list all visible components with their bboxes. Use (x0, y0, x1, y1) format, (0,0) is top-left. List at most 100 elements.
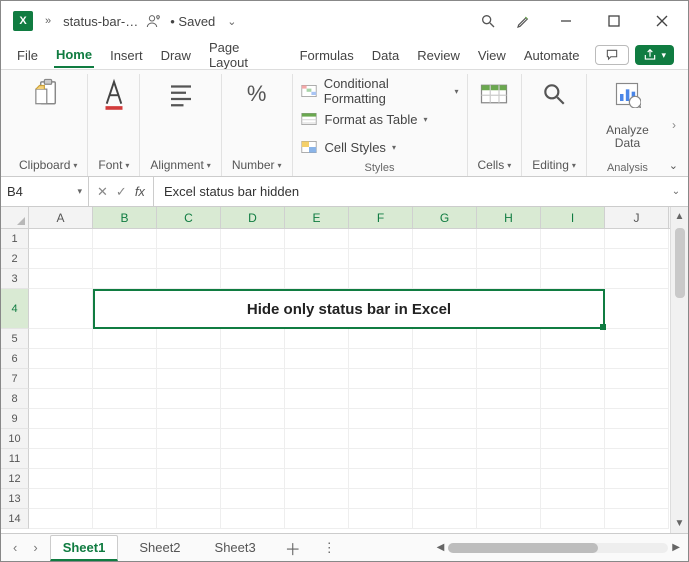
cell[interactable] (285, 269, 349, 289)
cell[interactable] (221, 389, 285, 409)
cell[interactable] (541, 469, 605, 489)
ribbon-group-clipboard[interactable]: Clipboard▾ (9, 74, 88, 176)
formula-bar-expand-icon[interactable]: ⌄ (664, 177, 688, 206)
cell[interactable] (541, 509, 605, 529)
cell-styles-button[interactable]: Cell Styles ▾ (301, 137, 396, 157)
row-header[interactable]: 2 (1, 249, 29, 269)
cell[interactable] (285, 509, 349, 529)
cell[interactable] (221, 469, 285, 489)
col-header-G[interactable]: G (413, 207, 477, 228)
cell[interactable] (605, 429, 669, 449)
cell[interactable] (29, 369, 93, 389)
cell[interactable] (349, 409, 413, 429)
cell[interactable] (157, 489, 221, 509)
cell[interactable] (29, 269, 93, 289)
sheet-tab[interactable]: Sheet1 (50, 535, 119, 561)
cell[interactable] (413, 369, 477, 389)
scroll-down-icon[interactable]: ▼ (675, 514, 685, 533)
cell[interactable] (541, 489, 605, 509)
minimize-button[interactable] (546, 6, 586, 36)
row-header[interactable]: 7 (1, 369, 29, 389)
cell[interactable] (605, 469, 669, 489)
cell[interactable] (413, 489, 477, 509)
name-box[interactable]: B4 ▾ (1, 177, 89, 206)
cell[interactable] (157, 249, 221, 269)
cell[interactable] (93, 369, 157, 389)
cell[interactable] (221, 409, 285, 429)
cell[interactable] (477, 229, 541, 249)
scroll-right-icon[interactable]: ▶ (672, 542, 680, 553)
cell[interactable] (477, 429, 541, 449)
cell[interactable] (605, 349, 669, 369)
tab-automate[interactable]: Automate (522, 44, 582, 67)
cell[interactable] (413, 269, 477, 289)
cell[interactable] (349, 269, 413, 289)
cell[interactable] (93, 429, 157, 449)
cell[interactable] (93, 509, 157, 529)
cell[interactable] (157, 349, 221, 369)
sheet-nav-prev-icon[interactable]: ‹ (9, 540, 21, 555)
cell[interactable] (157, 269, 221, 289)
cell[interactable] (29, 389, 93, 409)
quick-access-overflow-icon[interactable]: » (41, 15, 55, 27)
cell[interactable] (221, 489, 285, 509)
cell[interactable] (29, 489, 93, 509)
cell[interactable] (605, 389, 669, 409)
cell[interactable] (349, 349, 413, 369)
cell[interactable] (221, 429, 285, 449)
cell[interactable] (477, 349, 541, 369)
cell[interactable] (413, 329, 477, 349)
cell[interactable] (29, 329, 93, 349)
row-header[interactable]: 13 (1, 489, 29, 509)
cell[interactable] (413, 349, 477, 369)
col-header-D[interactable]: D (221, 207, 285, 228)
cell[interactable] (349, 389, 413, 409)
cell[interactable] (477, 489, 541, 509)
cell[interactable] (541, 249, 605, 269)
pen-icon[interactable] (516, 13, 532, 29)
scroll-thumb[interactable] (448, 543, 598, 553)
col-header-F[interactable]: F (349, 207, 413, 228)
cell[interactable] (29, 409, 93, 429)
cell[interactable] (413, 429, 477, 449)
scroll-left-icon[interactable]: ◀ (437, 542, 445, 553)
cell[interactable] (93, 469, 157, 489)
cell[interactable] (221, 269, 285, 289)
scroll-track[interactable] (448, 543, 668, 553)
ribbon-group-analyze[interactable]: Analyze Data Analysis (587, 74, 668, 176)
cell[interactable] (413, 229, 477, 249)
row-header[interactable]: 8 (1, 389, 29, 409)
cell[interactable] (285, 389, 349, 409)
row-header[interactable]: 9 (1, 409, 29, 429)
cell[interactable] (541, 429, 605, 449)
cell[interactable] (413, 449, 477, 469)
row-header[interactable]: 14 (1, 509, 29, 529)
grid[interactable]: A B C D E F G H I J 1 2 3 4 5 6 7 8 9 10… (1, 207, 670, 533)
cancel-icon[interactable]: ✕ (97, 184, 108, 200)
scroll-thumb[interactable] (675, 228, 685, 298)
cell[interactable] (477, 449, 541, 469)
save-state-label[interactable]: • Saved (170, 14, 215, 29)
row-header[interactable]: 6 (1, 349, 29, 369)
active-cell-selection[interactable]: Hide only status bar in Excel (93, 289, 605, 329)
cell[interactable] (157, 469, 221, 489)
cell[interactable] (605, 449, 669, 469)
cell[interactable] (349, 469, 413, 489)
cell[interactable] (93, 489, 157, 509)
conditional-formatting-button[interactable]: Conditional Formatting ▾ (301, 81, 459, 101)
col-header-B[interactable]: B (93, 207, 157, 228)
cell[interactable] (157, 389, 221, 409)
cell[interactable] (221, 509, 285, 529)
row-header[interactable]: 3 (1, 269, 29, 289)
cell[interactable] (93, 449, 157, 469)
cell[interactable] (541, 349, 605, 369)
cell[interactable] (285, 249, 349, 269)
col-header-H[interactable]: H (477, 207, 541, 228)
cell[interactable] (413, 469, 477, 489)
ribbon-group-cells[interactable]: Cells▾ (468, 74, 523, 176)
cell[interactable] (605, 269, 669, 289)
cell[interactable] (285, 489, 349, 509)
cell[interactable] (413, 509, 477, 529)
cell[interactable] (93, 229, 157, 249)
cell[interactable] (477, 389, 541, 409)
